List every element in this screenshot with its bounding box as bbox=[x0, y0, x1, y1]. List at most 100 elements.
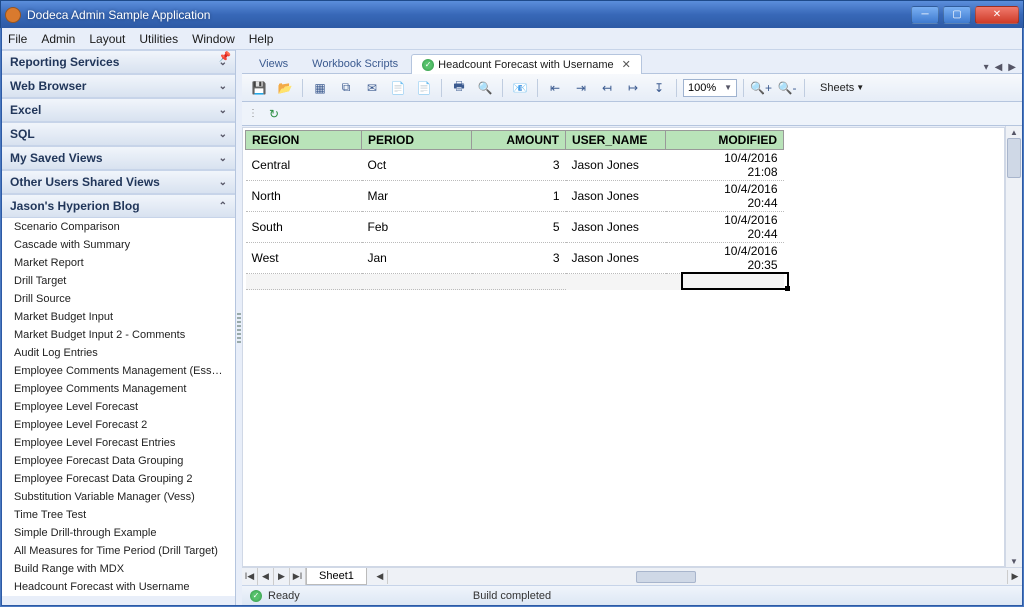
col-modified[interactable]: MODIFIED bbox=[666, 131, 784, 150]
sidebar-item[interactable]: Audit Log Entries bbox=[2, 344, 235, 362]
right-icon[interactable]: ↦ bbox=[622, 77, 644, 99]
tab-next-icon[interactable]: ▶ bbox=[1008, 62, 1016, 73]
tab-close-icon[interactable]: ✕ bbox=[622, 58, 631, 71]
sheet-area[interactable]: REGION PERIOD AMOUNT USER_NAME MODIFIED … bbox=[242, 127, 1005, 567]
pdf-icon[interactable]: 📄 bbox=[387, 77, 409, 99]
sidebar-item[interactable]: Market Budget Input 2 - Comments bbox=[2, 326, 235, 344]
sidebar-item[interactable]: Employee Forecast Data Grouping 2 bbox=[2, 470, 235, 488]
menu-utilities[interactable]: Utilities bbox=[139, 32, 178, 46]
cell-user[interactable]: Jason Jones bbox=[566, 212, 666, 243]
sheet-last-icon[interactable]: ▶I bbox=[290, 568, 306, 585]
hscroll-right-icon[interactable]: ▶ bbox=[1008, 571, 1022, 582]
tab-headcount-forecast[interactable]: ✓ Headcount Forecast with Username ✕ bbox=[411, 54, 642, 74]
sidebar-item[interactable]: Employee Forecast Data Grouping bbox=[2, 452, 235, 470]
sidebar-section-excel[interactable]: Excel⌄ bbox=[2, 98, 235, 122]
table-row[interactable]: WestJan3Jason Jones10/4/2016 20:35 bbox=[246, 243, 784, 274]
zoom-combo[interactable]: 100%▼ bbox=[683, 79, 737, 97]
menu-layout[interactable]: Layout bbox=[89, 32, 125, 46]
maximize-button[interactable]: ▢ bbox=[943, 6, 971, 24]
sidebar-item[interactable]: Build Range with MDX bbox=[2, 560, 235, 578]
cell-region[interactable]: Central bbox=[246, 150, 362, 181]
vertical-scrollbar[interactable]: ▲ ▼ bbox=[1005, 126, 1022, 567]
pin-icon[interactable]: 📌 bbox=[219, 52, 231, 63]
sidebar-section-mysaved[interactable]: My Saved Views⌄ bbox=[2, 146, 235, 170]
hscroll-thumb[interactable] bbox=[636, 571, 696, 583]
sheet-prev-icon[interactable]: ◀ bbox=[258, 568, 274, 585]
scroll-up-icon[interactable]: ▲ bbox=[1006, 126, 1022, 138]
sidebar-item[interactable]: Market Report bbox=[2, 254, 235, 272]
sidebar-item[interactable]: Employee Comments Management bbox=[2, 380, 235, 398]
cell-period[interactable]: Jan bbox=[362, 243, 472, 274]
sidebar-section-reporting[interactable]: Reporting Services⌄ bbox=[2, 50, 235, 74]
sidebar-item[interactable]: Scenario Comparison bbox=[2, 218, 235, 236]
table-row[interactable]: NorthMar1Jason Jones10/4/2016 20:44 bbox=[246, 181, 784, 212]
open-icon[interactable]: 📂 bbox=[274, 77, 296, 99]
preview-icon[interactable]: 🔍 bbox=[474, 77, 496, 99]
copy-icon[interactable]: ⧉ bbox=[335, 77, 357, 99]
outdent-icon[interactable]: ⇤ bbox=[544, 77, 566, 99]
cell-period[interactable]: Mar bbox=[362, 181, 472, 212]
tab-prev-icon[interactable]: ◀ bbox=[995, 62, 1003, 73]
tab-workbook-scripts[interactable]: Workbook Scripts bbox=[301, 54, 409, 73]
close-button[interactable]: ✕ bbox=[975, 6, 1019, 24]
mail-icon[interactable]: 📧 bbox=[509, 77, 531, 99]
col-amount[interactable]: AMOUNT bbox=[472, 131, 566, 150]
menu-file[interactable]: File bbox=[8, 32, 27, 46]
cell-modified[interactable]: 10/4/2016 21:08 bbox=[666, 150, 784, 181]
send-icon[interactable]: ✉ bbox=[361, 77, 383, 99]
sidebar-item[interactable]: Employee Level Forecast Entries bbox=[2, 434, 235, 452]
sidebar-item[interactable]: Simple Drill-through Example bbox=[2, 524, 235, 542]
sheets-button[interactable]: Sheets▼ bbox=[811, 78, 873, 98]
pdf2-icon[interactable]: 📄 bbox=[413, 77, 435, 99]
cell-region[interactable]: West bbox=[246, 243, 362, 274]
zoom-in-icon[interactable]: 🔍+ bbox=[750, 77, 772, 99]
cell-modified[interactable]: 10/4/2016 20:35 bbox=[666, 243, 784, 274]
excel-icon[interactable]: ▦ bbox=[309, 77, 331, 99]
sidebar-item[interactable]: Drill Source bbox=[2, 290, 235, 308]
indent-icon[interactable]: ⇥ bbox=[570, 77, 592, 99]
table-row[interactable]: CentralOct3Jason Jones10/4/2016 21:08 bbox=[246, 150, 784, 181]
sidebar-item[interactable]: Employee Level Forecast bbox=[2, 398, 235, 416]
sidebar-item[interactable]: Market Budget Input bbox=[2, 308, 235, 326]
scroll-down-icon[interactable]: ▼ bbox=[1006, 555, 1022, 567]
sidebar-section-jasonblog[interactable]: Jason's Hyperion Blog⌃ bbox=[2, 194, 235, 218]
cell-modified[interactable]: 10/4/2016 20:44 bbox=[666, 181, 784, 212]
table-row[interactable]: SouthFeb5Jason Jones10/4/2016 20:44 bbox=[246, 212, 784, 243]
selection-cursor[interactable] bbox=[681, 272, 789, 290]
sidebar-item[interactable]: Employee Level Forecast 2 bbox=[2, 416, 235, 434]
cell-period[interactable]: Feb bbox=[362, 212, 472, 243]
sidebar-item[interactable]: Substitution Variable Manager (Vess) bbox=[2, 488, 235, 506]
menu-admin[interactable]: Admin bbox=[41, 32, 75, 46]
cell-amount[interactable]: 3 bbox=[472, 150, 566, 181]
sheet-next-icon[interactable]: ▶ bbox=[274, 568, 290, 585]
col-period[interactable]: PERIOD bbox=[362, 131, 472, 150]
horizontal-scrollbar[interactable]: ◀ ▶ bbox=[373, 568, 1022, 585]
refresh-icon[interactable]: ↻ bbox=[264, 104, 284, 124]
cell-modified[interactable]: 10/4/2016 20:44 bbox=[666, 212, 784, 243]
tab-views[interactable]: Views bbox=[248, 54, 299, 73]
scroll-thumb[interactable] bbox=[1007, 138, 1021, 178]
sidebar-item[interactable]: Employee Comments Management (Essbase V.… bbox=[2, 362, 235, 380]
col-region[interactable]: REGION bbox=[246, 131, 362, 150]
sidebar-item[interactable]: Time Tree Test bbox=[2, 506, 235, 524]
menu-help[interactable]: Help bbox=[249, 32, 274, 46]
sheet-tab-sheet1[interactable]: Sheet1 bbox=[306, 568, 367, 585]
cell-region[interactable]: North bbox=[246, 181, 362, 212]
sidebar-section-othershared[interactable]: Other Users Shared Views⌄ bbox=[2, 170, 235, 194]
minimize-button[interactable]: ─ bbox=[911, 6, 939, 24]
pin-icon[interactable]: ▾ bbox=[984, 62, 989, 73]
cell-period[interactable]: Oct bbox=[362, 150, 472, 181]
sidebar-section-sql[interactable]: SQL⌄ bbox=[2, 122, 235, 146]
cell-user[interactable]: Jason Jones bbox=[566, 243, 666, 274]
cell-region[interactable]: South bbox=[246, 212, 362, 243]
sidebar-section-webbrowser[interactable]: Web Browser⌄ bbox=[2, 74, 235, 98]
menu-window[interactable]: Window bbox=[192, 32, 235, 46]
sidebar-item[interactable]: Headcount Forecast with Username bbox=[2, 578, 235, 596]
sidebar-item[interactable]: Drill Target bbox=[2, 272, 235, 290]
sheet-first-icon[interactable]: I◀ bbox=[242, 568, 258, 585]
sidebar-item[interactable]: Cascade with Summary bbox=[2, 236, 235, 254]
save-icon[interactable]: 💾 bbox=[248, 77, 270, 99]
cell-user[interactable]: Jason Jones bbox=[566, 181, 666, 212]
cell-user[interactable]: Jason Jones bbox=[566, 150, 666, 181]
col-user[interactable]: USER_NAME bbox=[566, 131, 666, 150]
